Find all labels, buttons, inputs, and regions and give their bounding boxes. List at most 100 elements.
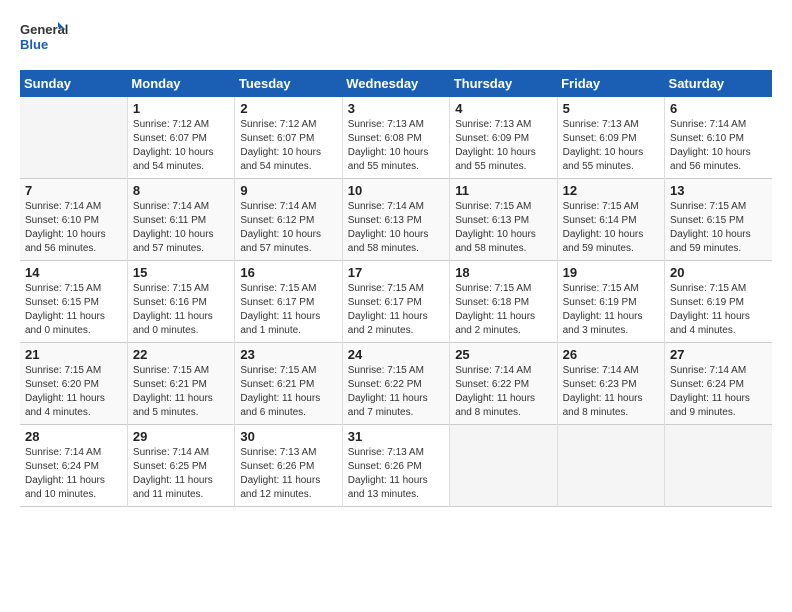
- day-number: 29: [133, 429, 229, 444]
- day-info: Sunrise: 7:14 AM Sunset: 6:23 PM Dayligh…: [563, 364, 659, 420]
- day-cell: 9 Sunrise: 7:14 AM Sunset: 6:12 PM Daylig…: [235, 179, 342, 261]
- day-info: Sunrise: 7:15 AM Sunset: 6:21 PM Dayligh…: [133, 364, 229, 420]
- day-cell: 28 Sunrise: 7:14 AM Sunset: 6:24 PM Dayli…: [20, 425, 127, 507]
- day-info: Sunrise: 7:14 AM Sunset: 6:24 PM Dayligh…: [25, 446, 122, 502]
- day-number: 21: [25, 347, 122, 362]
- day-cell: 7 Sunrise: 7:14 AM Sunset: 6:10 PM Daylig…: [20, 179, 127, 261]
- day-info: Sunrise: 7:14 AM Sunset: 6:11 PM Dayligh…: [133, 200, 229, 256]
- day-cell: 16Sunrise: 7:15 AM Sunset: 6:17 PM Dayli…: [235, 261, 342, 343]
- day-number: 1: [133, 101, 229, 116]
- day-header-sunday: Sunday: [20, 70, 127, 97]
- day-number: 15: [133, 265, 229, 280]
- day-number: 31: [348, 429, 444, 444]
- day-cell: 5Sunrise: 7:13 AM Sunset: 6:09 PM Daylig…: [557, 97, 664, 179]
- day-info: Sunrise: 7:14 AM Sunset: 6:25 PM Dayligh…: [133, 446, 229, 502]
- week-row-5: 28 Sunrise: 7:14 AM Sunset: 6:24 PM Dayli…: [20, 425, 772, 507]
- day-number: 4: [455, 101, 551, 116]
- day-header-friday: Friday: [557, 70, 664, 97]
- day-cell: 11 Sunrise: 7:15 AM Sunset: 6:13 PM Dayli…: [450, 179, 557, 261]
- week-row-1: 1 Sunrise: 7:12 AM Sunset: 6:07 PM Daylig…: [20, 97, 772, 179]
- calendar-table: SundayMondayTuesdayWednesdayThursdayFrid…: [20, 70, 772, 507]
- day-header-wednesday: Wednesday: [342, 70, 449, 97]
- day-cell: [557, 425, 664, 507]
- day-info: Sunrise: 7:15 AM Sunset: 6:22 PM Dayligh…: [348, 364, 444, 420]
- day-number: 27: [670, 347, 767, 362]
- day-number: 2: [240, 101, 336, 116]
- day-info: Sunrise: 7:15 AM Sunset: 6:13 PM Dayligh…: [455, 200, 551, 256]
- day-cell: 8 Sunrise: 7:14 AM Sunset: 6:11 PM Daylig…: [127, 179, 234, 261]
- day-cell: 4Sunrise: 7:13 AM Sunset: 6:09 PM Daylig…: [450, 97, 557, 179]
- day-header-thursday: Thursday: [450, 70, 557, 97]
- day-header-tuesday: Tuesday: [235, 70, 342, 97]
- day-number: 9: [240, 183, 336, 198]
- day-cell: 22 Sunrise: 7:15 AM Sunset: 6:21 PM Dayli…: [127, 343, 234, 425]
- day-header-saturday: Saturday: [665, 70, 772, 97]
- day-info: Sunrise: 7:13 AM Sunset: 6:26 PM Dayligh…: [348, 446, 444, 502]
- day-info: Sunrise: 7:14 AM Sunset: 6:22 PM Dayligh…: [455, 364, 551, 420]
- week-row-3: 14 Sunrise: 7:15 AM Sunset: 6:15 PM Dayli…: [20, 261, 772, 343]
- day-info: Sunrise: 7:13 AM Sunset: 6:09 PM Dayligh…: [563, 118, 659, 174]
- day-cell: 3 Sunrise: 7:13 AM Sunset: 6:08 PM Daylig…: [342, 97, 449, 179]
- day-cell: 6Sunrise: 7:14 AM Sunset: 6:10 PM Daylig…: [665, 97, 772, 179]
- day-cell: 24 Sunrise: 7:15 AM Sunset: 6:22 PM Dayli…: [342, 343, 449, 425]
- day-cell: 19Sunrise: 7:15 AM Sunset: 6:19 PM Dayli…: [557, 261, 664, 343]
- day-info: Sunrise: 7:15 AM Sunset: 6:19 PM Dayligh…: [563, 282, 659, 338]
- day-cell: [20, 97, 127, 179]
- calendar-page: General Blue SundayMondayTuesdayWednesda…: [0, 0, 792, 612]
- day-number: 28: [25, 429, 122, 444]
- day-number: 22: [133, 347, 229, 362]
- day-number: 3: [348, 101, 444, 116]
- day-cell: 21Sunrise: 7:15 AM Sunset: 6:20 PM Dayli…: [20, 343, 127, 425]
- day-info: Sunrise: 7:13 AM Sunset: 6:08 PM Dayligh…: [348, 118, 444, 174]
- day-number: 30: [240, 429, 336, 444]
- day-info: Sunrise: 7:15 AM Sunset: 6:16 PM Dayligh…: [133, 282, 229, 338]
- day-cell: [665, 425, 772, 507]
- day-info: Sunrise: 7:15 AM Sunset: 6:15 PM Dayligh…: [670, 200, 767, 256]
- svg-text:General: General: [20, 22, 68, 37]
- day-info: Sunrise: 7:14 AM Sunset: 6:10 PM Dayligh…: [25, 200, 122, 256]
- day-number: 24: [348, 347, 444, 362]
- day-info: Sunrise: 7:15 AM Sunset: 6:18 PM Dayligh…: [455, 282, 551, 338]
- day-cell: [450, 425, 557, 507]
- day-cell: 18 Sunrise: 7:15 AM Sunset: 6:18 PM Dayli…: [450, 261, 557, 343]
- logo: General Blue: [20, 16, 70, 60]
- week-row-2: 7 Sunrise: 7:14 AM Sunset: 6:10 PM Daylig…: [20, 179, 772, 261]
- day-cell: 14 Sunrise: 7:15 AM Sunset: 6:15 PM Dayli…: [20, 261, 127, 343]
- day-info: Sunrise: 7:12 AM Sunset: 6:07 PM Dayligh…: [240, 118, 336, 174]
- day-number: 12: [563, 183, 659, 198]
- day-cell: 29 Sunrise: 7:14 AM Sunset: 6:25 PM Dayli…: [127, 425, 234, 507]
- day-info: Sunrise: 7:15 AM Sunset: 6:15 PM Dayligh…: [25, 282, 122, 338]
- day-number: 17: [348, 265, 444, 280]
- day-info: Sunrise: 7:15 AM Sunset: 6:17 PM Dayligh…: [240, 282, 336, 338]
- day-number: 13: [670, 183, 767, 198]
- day-cell: 30 Sunrise: 7:13 AM Sunset: 6:26 PM Dayli…: [235, 425, 342, 507]
- day-info: Sunrise: 7:13 AM Sunset: 6:26 PM Dayligh…: [240, 446, 336, 502]
- day-info: Sunrise: 7:15 AM Sunset: 6:17 PM Dayligh…: [348, 282, 444, 338]
- logo-svg: General Blue: [20, 16, 70, 60]
- day-cell: 17 Sunrise: 7:15 AM Sunset: 6:17 PM Dayli…: [342, 261, 449, 343]
- day-number: 10: [348, 183, 444, 198]
- day-number: 26: [563, 347, 659, 362]
- day-number: 25: [455, 347, 551, 362]
- day-cell: 10 Sunrise: 7:14 AM Sunset: 6:13 PM Dayli…: [342, 179, 449, 261]
- day-number: 11: [455, 183, 551, 198]
- header: General Blue: [20, 16, 772, 60]
- day-number: 20: [670, 265, 767, 280]
- day-cell: 20Sunrise: 7:15 AM Sunset: 6:19 PM Dayli…: [665, 261, 772, 343]
- day-info: Sunrise: 7:15 AM Sunset: 6:21 PM Dayligh…: [240, 364, 336, 420]
- day-info: Sunrise: 7:14 AM Sunset: 6:12 PM Dayligh…: [240, 200, 336, 256]
- day-number: 14: [25, 265, 122, 280]
- week-row-4: 21Sunrise: 7:15 AM Sunset: 6:20 PM Dayli…: [20, 343, 772, 425]
- day-cell: 12Sunrise: 7:15 AM Sunset: 6:14 PM Dayli…: [557, 179, 664, 261]
- day-number: 8: [133, 183, 229, 198]
- day-number: 18: [455, 265, 551, 280]
- day-info: Sunrise: 7:12 AM Sunset: 6:07 PM Dayligh…: [133, 118, 229, 174]
- day-number: 7: [25, 183, 122, 198]
- day-info: Sunrise: 7:14 AM Sunset: 6:10 PM Dayligh…: [670, 118, 767, 174]
- day-cell: 1 Sunrise: 7:12 AM Sunset: 6:07 PM Daylig…: [127, 97, 234, 179]
- days-header-row: SundayMondayTuesdayWednesdayThursdayFrid…: [20, 70, 772, 97]
- day-info: Sunrise: 7:14 AM Sunset: 6:24 PM Dayligh…: [670, 364, 767, 420]
- day-cell: 31 Sunrise: 7:13 AM Sunset: 6:26 PM Dayli…: [342, 425, 449, 507]
- day-cell: 23Sunrise: 7:15 AM Sunset: 6:21 PM Dayli…: [235, 343, 342, 425]
- day-info: Sunrise: 7:14 AM Sunset: 6:13 PM Dayligh…: [348, 200, 444, 256]
